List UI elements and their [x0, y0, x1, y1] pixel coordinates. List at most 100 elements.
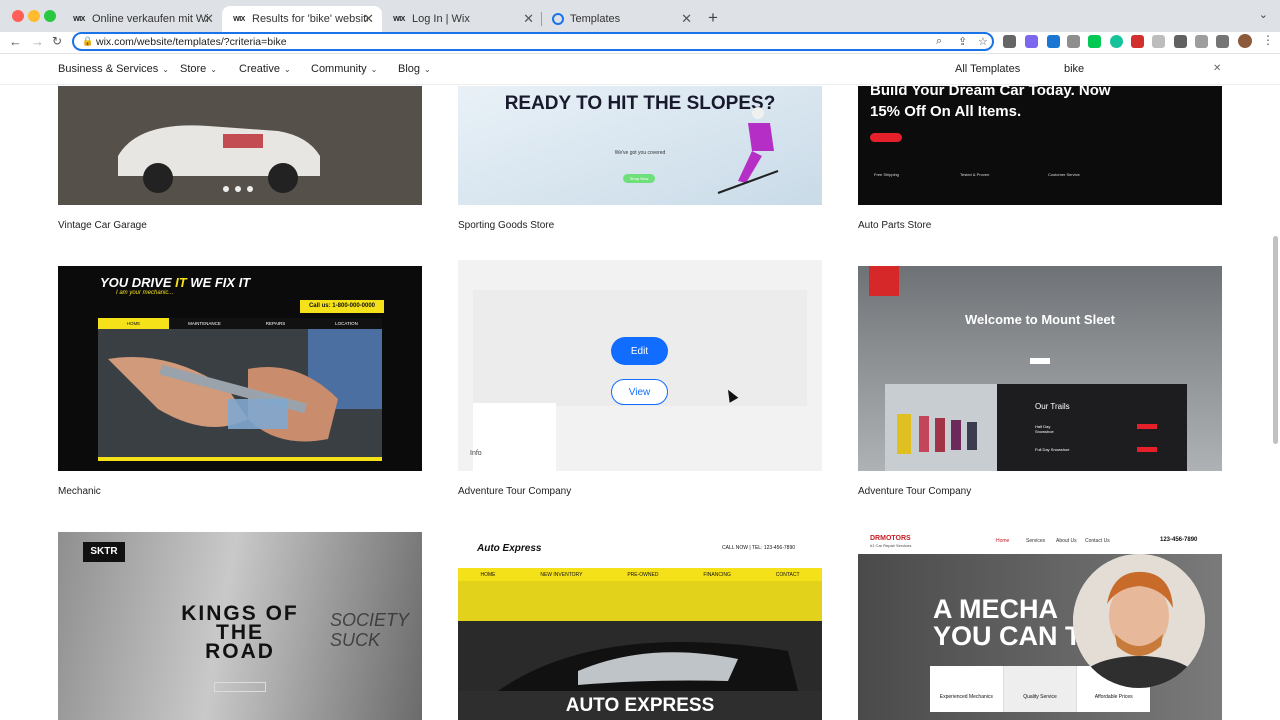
- browser-tab[interactable]: WIX Log In | Wix ✕: [382, 6, 542, 32]
- nav-business-services[interactable]: Business & Services ⌄: [58, 63, 169, 75]
- browser-tab-bar: WIX Online verkaufen mit Wix eCom ✕ WIX …: [0, 0, 1280, 32]
- thumb-menu-item: About Us: [1056, 538, 1077, 544]
- tab-label: Templates: [570, 13, 621, 25]
- template-title[interactable]: Adventure Tour Company: [458, 486, 571, 497]
- extension-icon[interactable]: [1025, 35, 1038, 48]
- tab-label: Online verkaufen mit Wix eCom: [92, 13, 208, 25]
- edit-template-button[interactable]: Edit: [611, 337, 668, 365]
- template-thumbnail[interactable]: [58, 86, 422, 205]
- google-favicon-icon: [552, 13, 564, 25]
- forward-arrow-icon[interactable]: →: [31, 34, 44, 49]
- vintage-car-image: [58, 86, 422, 205]
- template-title[interactable]: Adventure Tour Company: [858, 486, 971, 497]
- tab-label: Results for 'bike' website temp: [252, 13, 368, 25]
- extension-icon[interactable]: [1088, 35, 1101, 48]
- browser-tab[interactable]: WIX Online verkaufen mit Wix eCom ✕: [62, 6, 222, 32]
- thumb-logo: DRMOTORS: [870, 535, 911, 542]
- new-tab-icon[interactable]: +: [708, 8, 718, 28]
- template-search-input[interactable]: bike: [1064, 63, 1084, 75]
- thumb-menu-item: Contact Us: [1085, 538, 1110, 544]
- grammarly-icon[interactable]: [1110, 35, 1123, 48]
- address-bar[interactable]: 🔒 wix.com/website/templates/?criteria=bi…: [72, 32, 994, 51]
- all-templates-link[interactable]: All Templates: [955, 63, 1020, 75]
- thumb-feature: Tested & Proven: [960, 172, 990, 177]
- nav-store[interactable]: Store ⌄: [180, 63, 217, 75]
- browser-toolbar: ← → ↻ 🔒 wix.com/website/templates/?crite…: [0, 32, 1280, 54]
- tab-search-icon[interactable]: ⌄: [1259, 8, 1268, 21]
- extension-icon[interactable]: [1047, 35, 1060, 48]
- thumb-logo: SKTR: [83, 542, 125, 562]
- nav-blog[interactable]: Blog ⌄: [398, 63, 431, 75]
- thumb-call: Call us: 1-800-000-0000: [300, 300, 384, 313]
- template-thumbnail[interactable]: Build Your Dream Car Today. Now 15% Off …: [858, 86, 1222, 205]
- thumb-headline: A MECHA YOU CAN T: [933, 594, 1082, 651]
- tab-label: Log In | Wix: [412, 13, 470, 25]
- template-title[interactable]: Sporting Goods Store: [458, 220, 554, 231]
- thumb-button: [870, 133, 902, 142]
- chevron-down-icon: ⌄: [162, 65, 169, 74]
- mechanic-hands-image: [98, 329, 382, 461]
- reload-icon[interactable]: ↻: [52, 34, 62, 48]
- profile-avatar[interactable]: [1238, 34, 1252, 48]
- chevron-down-icon: ⌄: [424, 65, 431, 74]
- share-icon[interactable]: ⇪: [958, 35, 967, 48]
- nav-creative[interactable]: Creative ⌄: [239, 63, 291, 75]
- chevron-down-icon: ⌄: [210, 65, 217, 74]
- close-window-button[interactable]: [12, 10, 24, 22]
- template-thumbnail[interactable]: Auto Express CALL NOW | TEL: 123-456-789…: [458, 532, 822, 720]
- page-scrollbar[interactable]: [1273, 236, 1278, 444]
- template-thumbnail[interactable]: YOU DRIVE IT WE FIX IT I am your mechani…: [58, 266, 422, 471]
- wix-favicon-icon: WIX: [233, 15, 245, 23]
- maximize-window-button[interactable]: [44, 10, 56, 22]
- close-tab-icon[interactable]: ✕: [203, 11, 214, 27]
- thumb-phone: 123-456-7890: [1160, 537, 1198, 543]
- template-title[interactable]: Mechanic: [58, 486, 101, 497]
- thumb-headline: KINGS OF THE ROAD: [181, 602, 299, 663]
- chevron-down-icon: ⌄: [370, 65, 378, 74]
- extension-icon[interactable]: [1131, 35, 1144, 48]
- sidebar-icon[interactable]: [1216, 35, 1229, 48]
- thumb-feature: Customer Service: [1048, 172, 1080, 177]
- presenter-image: [1073, 554, 1205, 688]
- minimize-window-button[interactable]: [28, 10, 40, 22]
- thumb-subtext: I am your mechanic...: [116, 290, 174, 296]
- puzzle-extensions-icon[interactable]: [1174, 35, 1187, 48]
- back-arrow-icon[interactable]: ←: [9, 34, 22, 49]
- browser-menu-icon[interactable]: ⋮: [1262, 33, 1274, 47]
- webcam-overlay: [1073, 554, 1205, 688]
- template-title[interactable]: Auto Parts Store: [858, 220, 931, 231]
- thumb-block: [473, 403, 556, 471]
- browser-tab[interactable]: Templates ✕: [542, 6, 700, 32]
- browser-tab-active[interactable]: WIX Results for 'bike' website temp ✕: [222, 6, 382, 32]
- template-thumbnail[interactable]: SKTR KINGS OF THE ROAD SOCIETY SUCK: [58, 532, 422, 720]
- url-text[interactable]: wix.com/website/templates/?criteria=bike: [96, 36, 287, 48]
- thumb-tagline: #1 Car Repair Services: [870, 543, 912, 548]
- thumb-headline: Build Your Dream Car Today. Now 15% Off …: [870, 86, 1111, 120]
- nav-community[interactable]: Community ⌄: [311, 63, 377, 75]
- close-tab-icon[interactable]: ✕: [523, 11, 534, 27]
- template-title[interactable]: Vintage Car Garage: [58, 220, 147, 231]
- close-tab-icon[interactable]: ✕: [363, 11, 374, 27]
- extension-icon[interactable]: [1152, 35, 1165, 48]
- thumb-footer: AUTO EXPRESS: [458, 691, 822, 720]
- lock-icon: 🔒: [82, 36, 94, 46]
- hikers-image: [885, 384, 997, 471]
- skier-image: [717, 107, 779, 194]
- screenshot-extension-icon[interactable]: [1003, 35, 1016, 48]
- extension-icon[interactable]: [1067, 35, 1080, 48]
- template-thumbnail[interactable]: Welcome to Mount Sleet Our Trails Half D…: [858, 266, 1222, 471]
- zoom-search-icon[interactable]: ⌕: [936, 35, 942, 48]
- info-link[interactable]: Info: [470, 450, 482, 457]
- wix-favicon-icon: WIX: [73, 15, 85, 23]
- close-tab-icon[interactable]: ✕: [681, 11, 692, 27]
- cast-icon[interactable]: [1195, 35, 1208, 48]
- thumb-button: [1030, 358, 1050, 364]
- template-thumbnail-hovered[interactable]: [458, 260, 822, 471]
- template-thumbnail[interactable]: READY TO HIT THE SLOPES? We've got you c…: [458, 86, 822, 205]
- view-template-button[interactable]: View: [611, 379, 668, 405]
- bookmark-star-icon[interactable]: ☆: [978, 35, 988, 48]
- thumb-headline: YOU DRIVE IT WE FIX IT: [100, 275, 251, 290]
- thumb-button: [214, 682, 266, 692]
- clear-search-icon[interactable]: ✕: [1213, 63, 1221, 74]
- thumb-button: Shop Now: [623, 174, 655, 183]
